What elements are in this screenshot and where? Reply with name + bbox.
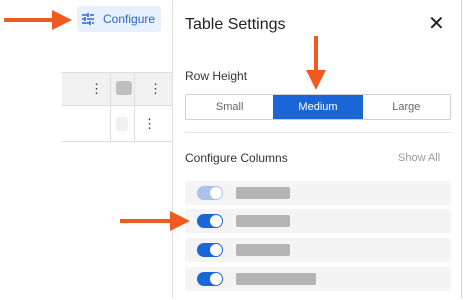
data-grid-area bbox=[62, 0, 172, 298]
annotation-arrow-icon bbox=[4, 10, 72, 30]
column-toggle[interactable] bbox=[197, 243, 223, 257]
annotation-arrow-icon bbox=[306, 36, 326, 90]
column-divider bbox=[110, 72, 111, 141]
column-divider bbox=[134, 72, 135, 141]
column-toggle[interactable] bbox=[197, 214, 223, 228]
show-all-link[interactable]: Show All bbox=[398, 152, 440, 164]
column-toggle[interactable] bbox=[197, 272, 223, 286]
column-item bbox=[185, 267, 451, 291]
header-placeholder bbox=[116, 81, 132, 95]
column-name-placeholder bbox=[236, 244, 290, 256]
panel-title: Table Settings bbox=[185, 16, 286, 33]
row-height-selector[interactable]: Small Medium Large bbox=[185, 94, 451, 120]
configure-columns-label: Configure Columns bbox=[185, 151, 288, 165]
row-height-label: Row Height bbox=[185, 69, 248, 83]
configure-label: Configure bbox=[103, 12, 156, 26]
cell-placeholder bbox=[116, 117, 128, 131]
row-menu-icon[interactable]: ⋮ bbox=[143, 117, 156, 130]
row-height-large[interactable]: Large bbox=[363, 95, 450, 119]
close-icon[interactable]: ✕ bbox=[428, 14, 445, 34]
column-item bbox=[185, 209, 451, 233]
row-height-small[interactable]: Small bbox=[186, 95, 273, 119]
column-name-placeholder bbox=[236, 187, 290, 199]
column-item bbox=[185, 238, 451, 262]
column-name-placeholder bbox=[236, 273, 316, 285]
sliders-icon bbox=[82, 13, 94, 25]
column-item bbox=[185, 181, 451, 205]
column-name-placeholder bbox=[236, 215, 290, 227]
column-toggle[interactable] bbox=[197, 186, 223, 200]
column-menu-icon[interactable]: ⋮ bbox=[90, 82, 103, 95]
column-menu-icon[interactable]: ⋮ bbox=[149, 82, 162, 95]
row-height-medium[interactable]: Medium bbox=[273, 95, 363, 119]
configure-button[interactable]: Configure bbox=[77, 6, 161, 32]
divider bbox=[185, 132, 451, 133]
annotation-arrow-icon bbox=[120, 211, 190, 231]
